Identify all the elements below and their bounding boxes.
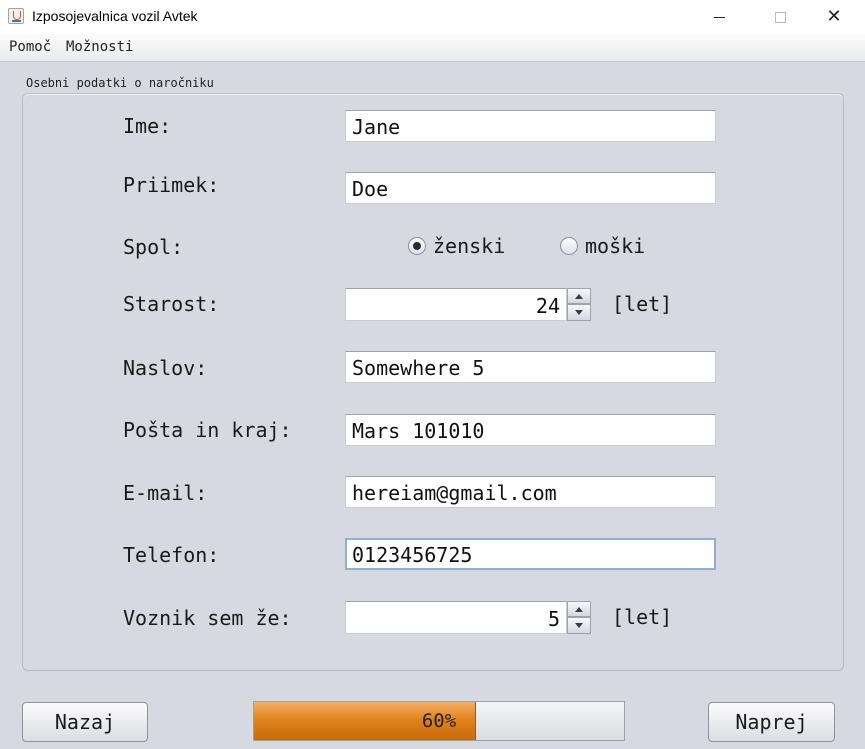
minimize-button[interactable] (696, 0, 742, 34)
driver-years-label: Voznik sem že: (123, 606, 292, 630)
age-increment-button[interactable] (567, 288, 591, 304)
age-unit: [let] (612, 292, 673, 316)
post-label: Pošta in kraj: (123, 418, 292, 442)
phone-label: Telefon: (123, 543, 220, 567)
close-button[interactable]: ✕ (811, 0, 857, 34)
progress-text: 60% (421, 710, 457, 732)
arrow-up-icon (575, 606, 583, 612)
driver-years-increment-button[interactable] (567, 601, 591, 617)
email-field[interactable]: hereiam@gmail.com (345, 476, 716, 508)
last-name-field[interactable]: Doe (345, 172, 716, 204)
phone-field[interactable]: 0123456725 (345, 538, 716, 570)
email-label: E-mail: (123, 481, 208, 505)
driver-years-unit: [let] (612, 605, 673, 629)
age-spinner: 24 (345, 288, 591, 321)
first-name-label: Ime: (123, 114, 172, 138)
next-button[interactable]: Naprej (708, 702, 835, 742)
age-spinner-buttons (567, 288, 591, 321)
age-input[interactable]: 24 (345, 288, 567, 321)
gender-label: Spol: (123, 235, 184, 259)
radio-checked-icon (408, 237, 426, 255)
radio-female[interactable]: ženski (408, 234, 505, 258)
first-name-field[interactable]: Jane (345, 110, 716, 142)
close-icon: ✕ (826, 6, 842, 27)
java-cup-icon (8, 8, 24, 24)
back-button[interactable]: Nazaj (22, 702, 148, 742)
radio-unchecked-icon (560, 237, 578, 255)
arrow-down-icon (575, 310, 583, 315)
title-bar: Izposojevalnica vozil Avtek ✕ (0, 0, 865, 34)
minimize-icon (713, 16, 725, 18)
maximize-icon (774, 11, 786, 23)
age-label: Starost: (123, 292, 220, 316)
radio-female-label: ženski (433, 234, 506, 258)
menu-bar: Pomoč Možnosti (0, 34, 865, 62)
age-decrement-button[interactable] (567, 304, 591, 321)
window-title: Izposojevalnica vozil Avtek (32, 8, 198, 24)
menu-options[interactable]: Možnosti (66, 39, 133, 55)
last-name-label: Priimek: (123, 173, 220, 197)
address-field[interactable]: Somewhere 5 (345, 351, 716, 383)
driver-years-spinner: 5 (345, 601, 591, 634)
arrow-up-icon (575, 293, 583, 299)
progress-bar: 60% (253, 701, 625, 741)
radio-male[interactable]: moški (560, 234, 645, 258)
post-field[interactable]: Mars 101010 (345, 414, 716, 446)
radio-male-label: moški (585, 234, 646, 258)
driver-years-input[interactable]: 5 (345, 601, 567, 634)
address-label: Naslov: (123, 356, 208, 380)
maximize-button[interactable] (757, 0, 803, 34)
driver-years-decrement-button[interactable] (567, 617, 591, 634)
arrow-down-icon (575, 623, 583, 628)
menu-help[interactable]: Pomoč (9, 39, 51, 55)
driver-years-spinner-buttons (567, 601, 591, 634)
group-title: Osebni podatki o naročniku (26, 76, 214, 90)
